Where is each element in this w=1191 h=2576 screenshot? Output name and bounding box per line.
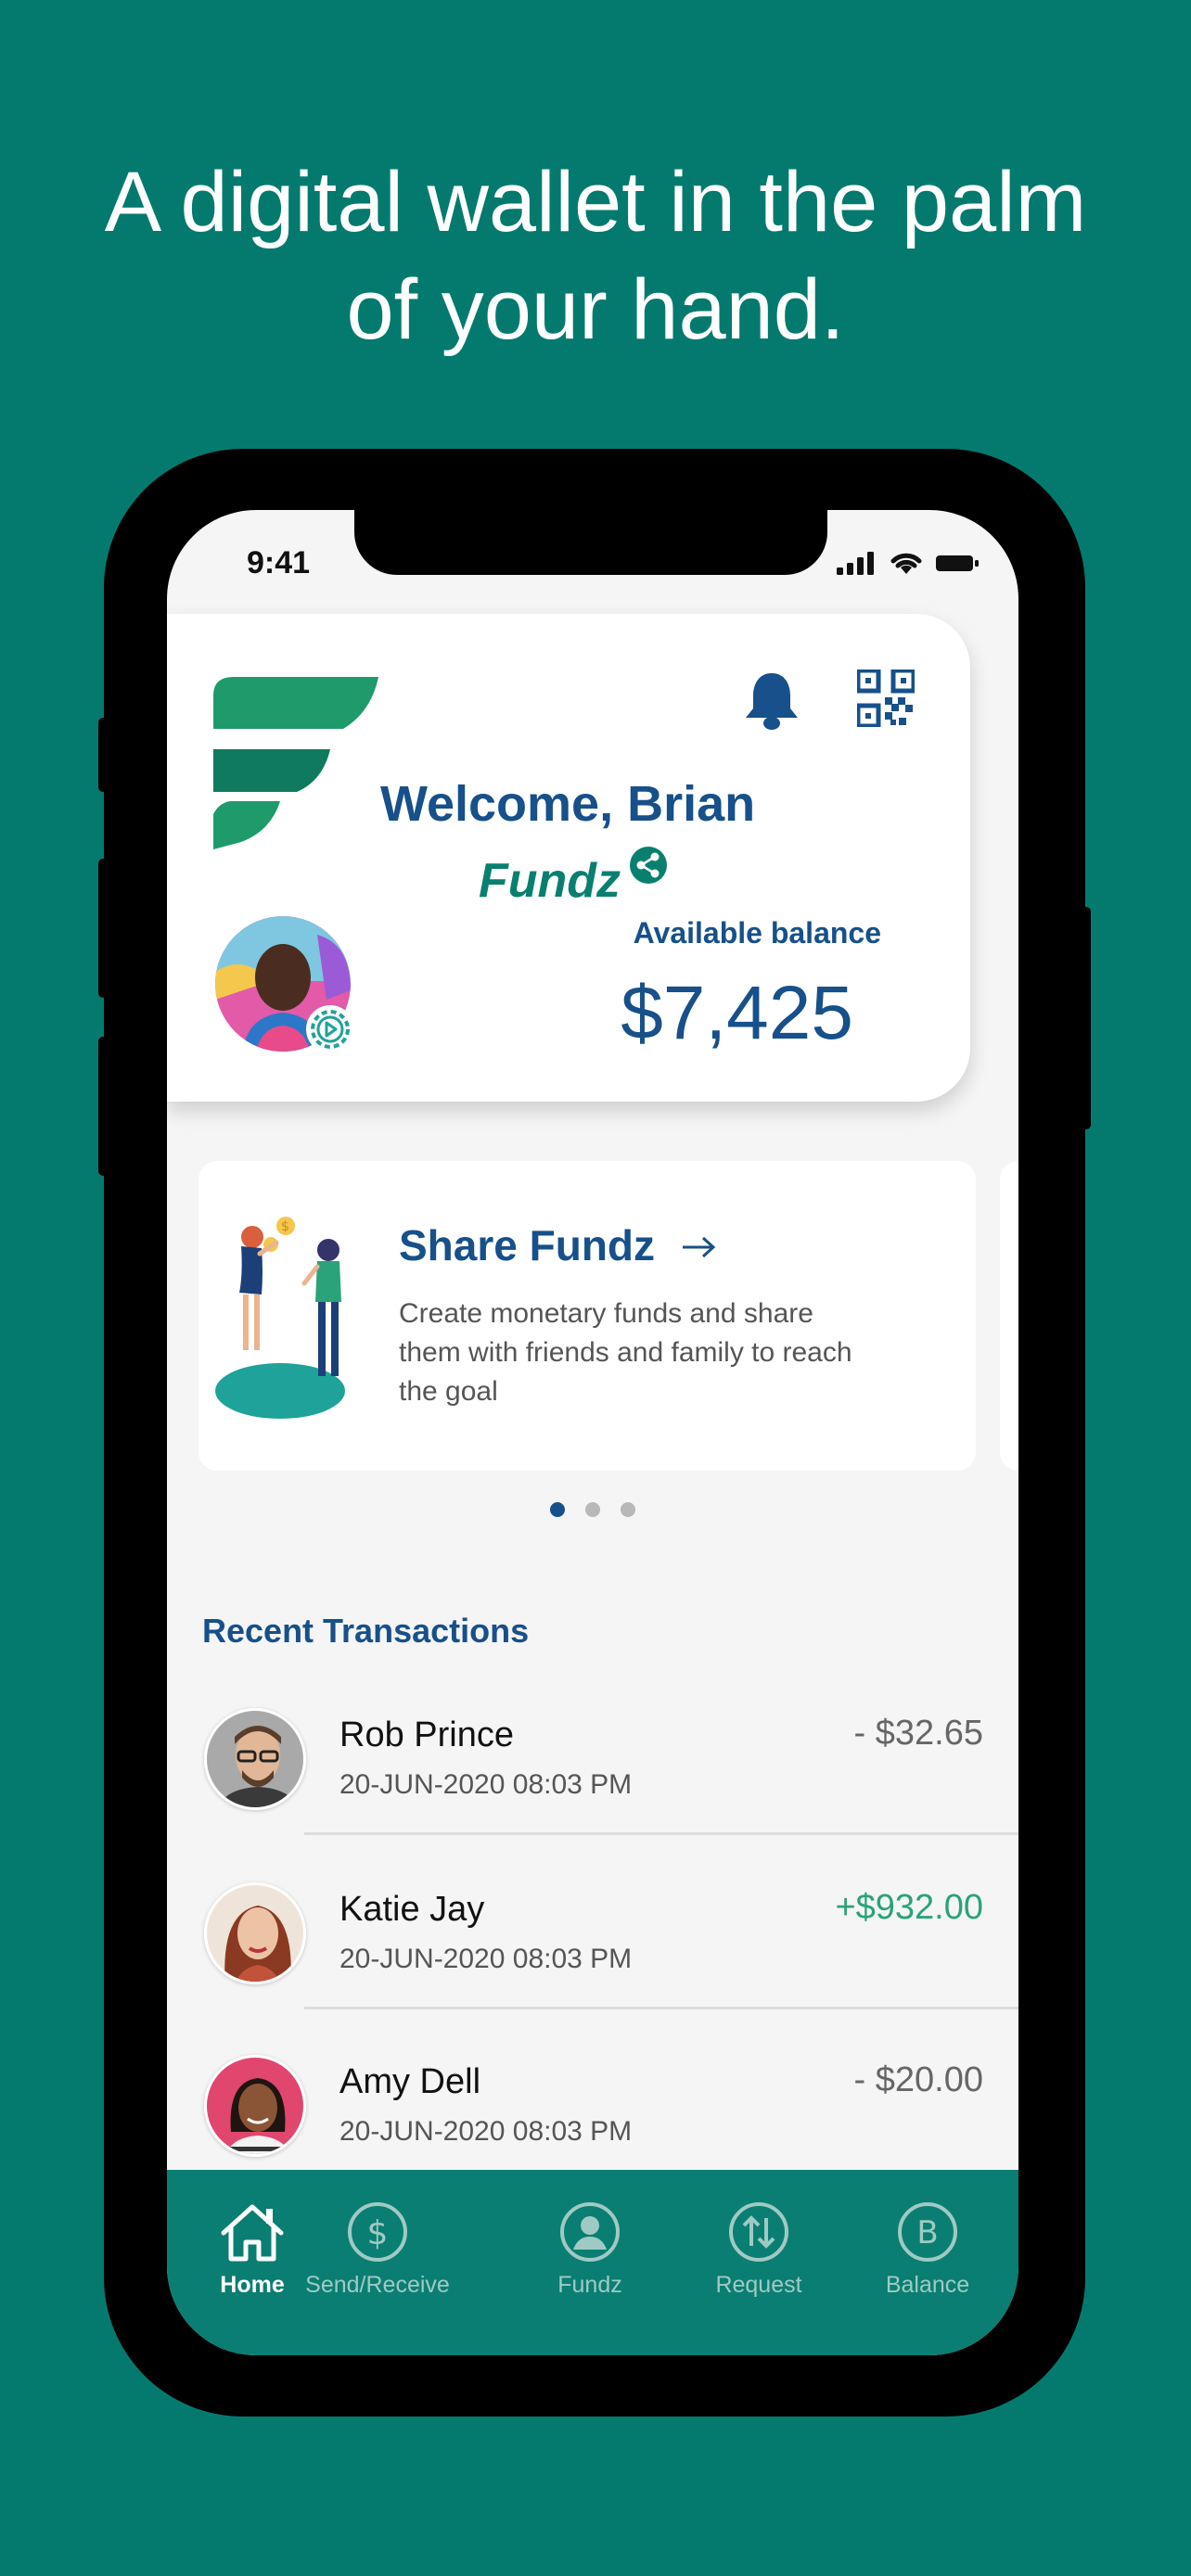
volume-down-button [98,1037,108,1176]
tab-label: Send/Receive [305,2272,450,2298]
tab-send-receive[interactable]: $ Send/Receive [250,2201,505,2299]
carousel-dot[interactable] [621,1502,635,1517]
transaction-avatar [204,1708,306,1810]
transaction-amount: +$932.00 [835,1888,983,1927]
tab-request[interactable]: Request [673,2201,844,2299]
phone-notch [354,510,827,575]
transaction-amount: - $20.00 [853,2060,983,2099]
user-circle-icon [560,2202,620,2262]
settings-gear-icon[interactable] [304,1003,356,1055]
headline-line-2: of your hand. [346,262,845,357]
tab-label: Balance [885,2272,970,2298]
transaction-avatar [204,1882,306,1984]
dollar-circle-icon: $ [348,2202,407,2262]
transaction-date: 20-JUN-2020 08:03 PM [339,2116,633,2147]
transaction-row[interactable]: Katie Jay 20-JUN-2020 08:03 PM +$932.00 [167,1868,1018,2042]
share-icon [630,847,667,884]
svg-text:$: $ [281,1219,289,1234]
bottom-tab-bar: Home $ Send/Receive Fundz Request B Bala… [167,2170,1018,2355]
brand-wordmark: Fundz [479,854,621,908]
carousel-dot[interactable] [550,1502,565,1517]
marketing-headline: A digital wallet in the palm of your han… [0,148,1191,363]
notification-bell-icon[interactable] [744,670,800,731]
wifi-icon [890,553,922,574]
promo-description: Create monetary funds and share them wit… [399,1298,852,1407]
carousel-dot[interactable] [585,1502,600,1517]
app-screen: 9:41 Welcome, Brian Fundz Available bala… [167,510,1018,2355]
row-divider [304,2007,1018,2009]
transaction-name: Amy Dell [339,2062,481,2101]
transaction-name: Rob Prince [339,1715,514,1754]
transaction-amount: - $32.65 [853,1714,983,1753]
tab-label: Fundz [557,2272,622,2298]
promo-title: Share Fundz [399,1221,656,1269]
share-fundz-promo-card[interactable]: $ Share Fundz Create monetary funds and … [198,1161,976,1471]
available-balance-label: Available balance [633,916,881,950]
fundz-logo-icon [213,677,378,849]
svg-text:B: B [916,2214,938,2251]
signal-icon [837,552,874,575]
transaction-avatar [204,2055,306,2157]
tab-balance[interactable]: B Balance [842,2201,1013,2299]
share-fundz-illustration-icon: $ [215,1217,345,1419]
recent-transactions-title: Recent Transactions [202,1612,530,1650]
transaction-date: 20-JUN-2020 08:03 PM [339,1944,633,1974]
volume-up-button [98,859,108,998]
balance-amount: $7,425 [621,971,853,1055]
status-icons [837,547,980,579]
headline-line-1: A digital wallet in the palm [104,155,1087,249]
b-circle-icon: B [898,2202,957,2262]
battery-icon [936,555,979,571]
mute-switch [98,718,108,792]
next-promo-card-peek[interactable] [1000,1161,1018,1471]
tab-fundz[interactable]: Fundz [505,2201,675,2299]
qr-code-icon[interactable] [857,670,915,727]
transaction-date: 20-JUN-2020 08:03 PM [339,1769,633,1800]
status-time: 9:41 [247,545,311,580]
welcome-message: Welcome, Brian [380,776,756,832]
transaction-name: Katie Jay [339,1890,485,1929]
carousel-indicator [167,1502,1018,1517]
arrow-right-icon[interactable] [681,1235,718,1259]
row-divider [304,1832,1018,1835]
transaction-row[interactable]: Rob Prince 20-JUN-2020 08:03 PM - $32.65 [167,1693,1018,1868]
svg-text:$: $ [367,2214,389,2252]
arrows-updown-icon [729,2202,788,2262]
tab-label: Request [715,2272,802,2298]
account-header-card: Welcome, Brian Fundz Available balance $… [167,614,970,1102]
power-button [1082,907,1091,1129]
